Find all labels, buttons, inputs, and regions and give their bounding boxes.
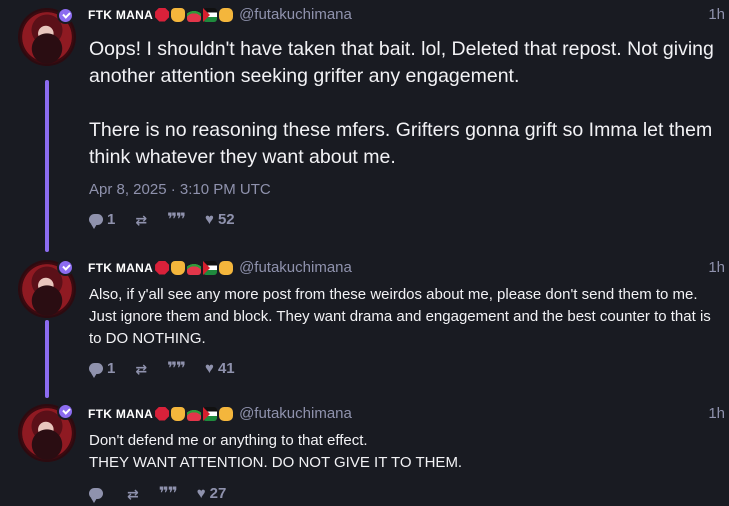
like-button[interactable]: ♥ 52 [205, 211, 235, 228]
post-body: Don't defend me or anything to that effe… [89, 430, 725, 474]
post-paragraph: THEY WANT ATTENTION. DO NOT GIVE IT TO T… [89, 454, 463, 471]
post-header: FTK MANA @futakuchimana 1h [88, 6, 729, 23]
thread: FTK MANA @futakuchimana 1h Oops! I shoul… [0, 0, 729, 506]
reply-icon [89, 214, 103, 229]
post-time[interactable]: 1h [708, 405, 725, 422]
post[interactable]: FTK MANA @futakuchimana 1h Also, if y'al… [0, 250, 729, 394]
verified-badge-icon [57, 7, 74, 24]
post-paragraph: There is no reasoning these mfers. Grift… [89, 119, 713, 168]
post-header: FTK MANA @futakuchimana 1h [88, 259, 729, 276]
avatar[interactable] [18, 403, 76, 462]
author-handle[interactable]: @futakuchimana [239, 259, 352, 276]
watermelon-icon [187, 7, 202, 22]
post-body: Also, if y'all see any more post from th… [89, 284, 725, 350]
post-time[interactable]: 1h [708, 6, 725, 23]
post-paragraph: Don't defend me or anything to that effe… [89, 432, 368, 449]
peace-hand-icon [171, 406, 186, 421]
author-name[interactable]: FTK MANA [88, 261, 153, 275]
author-name[interactable]: FTK MANA [88, 407, 153, 421]
reply-button[interactable] [89, 488, 107, 503]
like-count: 52 [217, 211, 235, 228]
fist-icon [219, 406, 234, 421]
quote-icon: ❞❞ [167, 210, 186, 229]
reply-icon [89, 363, 103, 378]
name-emoji-group [155, 7, 234, 22]
heart-icon: ♥ [196, 485, 206, 502]
reply-button[interactable]: 1 [89, 360, 116, 378]
reply-count: 1 [107, 360, 116, 377]
heart-icon: ♥ [205, 360, 214, 377]
post-actions: ⇄ ❞❞ ♥ 27 [89, 484, 246, 503]
octagon-red-icon [155, 260, 170, 275]
quote-button[interactable]: ❞❞ [167, 210, 186, 229]
post-actions: 1 ⇄ ❞❞ ♥ 41 [89, 359, 255, 378]
watermelon-icon [187, 406, 202, 421]
avatar[interactable] [18, 7, 76, 66]
octagon-red-icon [155, 406, 170, 421]
watermelon-icon [187, 260, 202, 275]
name-emoji-group [155, 260, 234, 275]
post-header: FTK MANA @futakuchimana 1h [88, 405, 729, 422]
peace-hand-icon [171, 7, 186, 22]
author-handle[interactable]: @futakuchimana [239, 405, 352, 422]
author-handle[interactable]: @futakuchimana [239, 6, 352, 23]
like-button[interactable]: ♥ 27 [197, 485, 227, 502]
heart-icon: ♥ [205, 211, 214, 228]
repost-icon: ⇄ [135, 211, 148, 228]
palestine-flag-icon [203, 7, 218, 22]
reply-icon [89, 488, 103, 503]
post-paragraph: Oops! I shouldn't have taken that bait. … [89, 38, 714, 87]
repost-button[interactable]: ⇄ [127, 487, 139, 501]
verified-badge-icon [57, 403, 74, 420]
palestine-flag-icon [203, 406, 218, 421]
author-name[interactable]: FTK MANA [88, 8, 153, 22]
quote-button[interactable]: ❞❞ [158, 484, 178, 503]
like-count: 41 [217, 360, 235, 377]
post-datetime[interactable]: Apr 8, 2025 · 3:10 PM UTC [89, 181, 271, 198]
repost-button[interactable]: ⇄ [135, 213, 147, 227]
avatar[interactable] [18, 259, 76, 318]
reply-count: 1 [107, 211, 116, 228]
fist-icon [219, 7, 234, 22]
peace-hand-icon [171, 260, 186, 275]
verified-badge-icon [57, 259, 74, 276]
post-actions: 1 ⇄ ❞❞ ♥ 52 [89, 210, 255, 229]
post[interactable]: FTK MANA @futakuchimana 1h Oops! I shoul… [0, 0, 729, 250]
quote-icon: ❞❞ [158, 484, 178, 503]
quote-button[interactable]: ❞❞ [167, 359, 186, 378]
repost-icon: ⇄ [127, 485, 139, 502]
fist-icon [219, 260, 234, 275]
like-count: 27 [209, 485, 227, 502]
post-paragraph: Also, if y'all see any more post from th… [89, 286, 711, 347]
palestine-flag-icon [203, 260, 218, 275]
quote-icon: ❞❞ [167, 359, 186, 378]
like-button[interactable]: ♥ 41 [205, 360, 235, 377]
post-time[interactable]: 1h [708, 259, 725, 276]
post-body: Oops! I shouldn't have taken that bait. … [89, 36, 725, 171]
reply-button[interactable]: 1 [89, 211, 116, 229]
post[interactable]: FTK MANA @futakuchimana 1h Don't defend … [0, 394, 729, 506]
repost-icon: ⇄ [135, 360, 148, 377]
name-emoji-group [155, 406, 234, 421]
repost-button[interactable]: ⇄ [135, 362, 147, 376]
octagon-red-icon [155, 7, 170, 22]
